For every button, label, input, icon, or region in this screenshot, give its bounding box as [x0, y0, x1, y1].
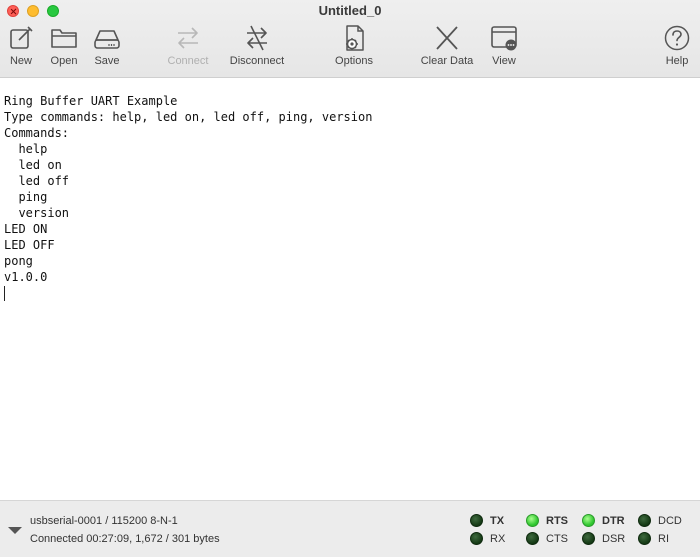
terminal-line: Type commands: help, led on, led off, pi…	[4, 110, 373, 124]
help-button-label: Help	[665, 55, 689, 67]
toolbar: Untitled_0 New Open Save Connect Disconn…	[0, 0, 700, 78]
rts-indicator: RTS	[526, 514, 568, 527]
document-gear-icon	[346, 25, 364, 51]
dtr-indicator: DTR	[582, 514, 625, 527]
dcd-led-icon	[638, 514, 651, 527]
help-button[interactable]: Help	[662, 24, 692, 76]
ri-led-icon	[638, 532, 651, 545]
terminal-line: ping	[4, 190, 48, 204]
terminal-line: version	[4, 206, 70, 220]
connection-status: Connected 00:27:09, 1,672 / 301 bytes	[30, 533, 220, 545]
terminal-line: v1.0.0	[4, 270, 48, 284]
rts-led-icon	[526, 514, 539, 527]
cts-label: CTS	[546, 532, 568, 545]
disconnect-button-label: Disconnect	[229, 55, 285, 67]
dcd-indicator: DCD	[638, 514, 682, 527]
dsr-led-icon	[582, 532, 595, 545]
rx-indicator: RX	[470, 532, 505, 545]
folder-icon	[51, 29, 77, 48]
new-button-label: New	[9, 55, 32, 67]
help-question-icon	[664, 25, 690, 51]
options-button-label: Options	[335, 55, 373, 67]
rts-label: RTS	[546, 514, 568, 527]
window-view-icon	[491, 26, 517, 51]
tx-led-icon	[470, 514, 483, 527]
disconnect-button[interactable]: Disconnect	[226, 24, 288, 76]
clear-data-button[interactable]: Clear Data	[419, 24, 475, 76]
connect-button[interactable]: Connect	[164, 24, 212, 76]
terminal-line: help	[4, 142, 48, 156]
serial-terminal-window: Untitled_0 New Open Save Connect Disconn…	[0, 0, 700, 557]
tx-label: TX	[490, 514, 505, 527]
ri-label: RI	[658, 532, 669, 545]
dtr-led-icon	[582, 514, 595, 527]
save-button-label: Save	[94, 55, 120, 67]
dsr-indicator: DSR	[582, 532, 625, 545]
cts-led-icon	[526, 532, 539, 545]
text-cursor	[4, 286, 5, 301]
open-button[interactable]: Open	[48, 24, 80, 76]
disclosure-triangle-icon[interactable]	[8, 527, 22, 534]
clear-x-icon	[436, 26, 458, 50]
terminal-line: Commands:	[4, 126, 70, 140]
port-info: usbserial-0001 / 115200 8-N-1	[30, 515, 178, 527]
terminal-line: Ring Buffer UART Example	[4, 94, 178, 108]
new-document-icon	[10, 26, 33, 49]
disconnect-arrows-icon	[247, 25, 267, 51]
window-title: Untitled_0	[318, 3, 382, 18]
cts-indicator: CTS	[526, 532, 568, 545]
clear-data-button-label: Clear Data	[420, 55, 474, 67]
terminal-line: led on	[4, 158, 62, 172]
tx-indicator: TX	[470, 514, 504, 527]
terminal-line: LED ON	[4, 222, 48, 236]
terminal-line: LED OFF	[4, 238, 55, 252]
dcd-label: DCD	[658, 514, 682, 527]
terminal-output[interactable]: Ring Buffer UART Example Type commands: …	[0, 79, 700, 500]
ri-indicator: RI	[638, 532, 669, 545]
view-button-label: View	[492, 55, 516, 67]
new-button[interactable]: New	[6, 24, 36, 76]
connect-arrows-icon	[178, 27, 198, 49]
options-button[interactable]: Options	[332, 24, 376, 76]
dtr-label: DTR	[602, 514, 625, 527]
save-button[interactable]: Save	[91, 24, 123, 76]
terminal-line: led off	[4, 174, 70, 188]
dsr-label: DSR	[602, 532, 626, 545]
view-button[interactable]: View	[488, 24, 520, 76]
terminal-line: pong	[4, 254, 33, 268]
connect-button-label: Connect	[167, 55, 209, 67]
open-button-label: Open	[50, 55, 78, 67]
rx-label: RX	[490, 532, 506, 545]
status-bar: usbserial-0001 / 115200 8-N-1 Connected …	[0, 500, 700, 557]
rx-led-icon	[470, 532, 483, 545]
drive-icon	[94, 30, 120, 49]
